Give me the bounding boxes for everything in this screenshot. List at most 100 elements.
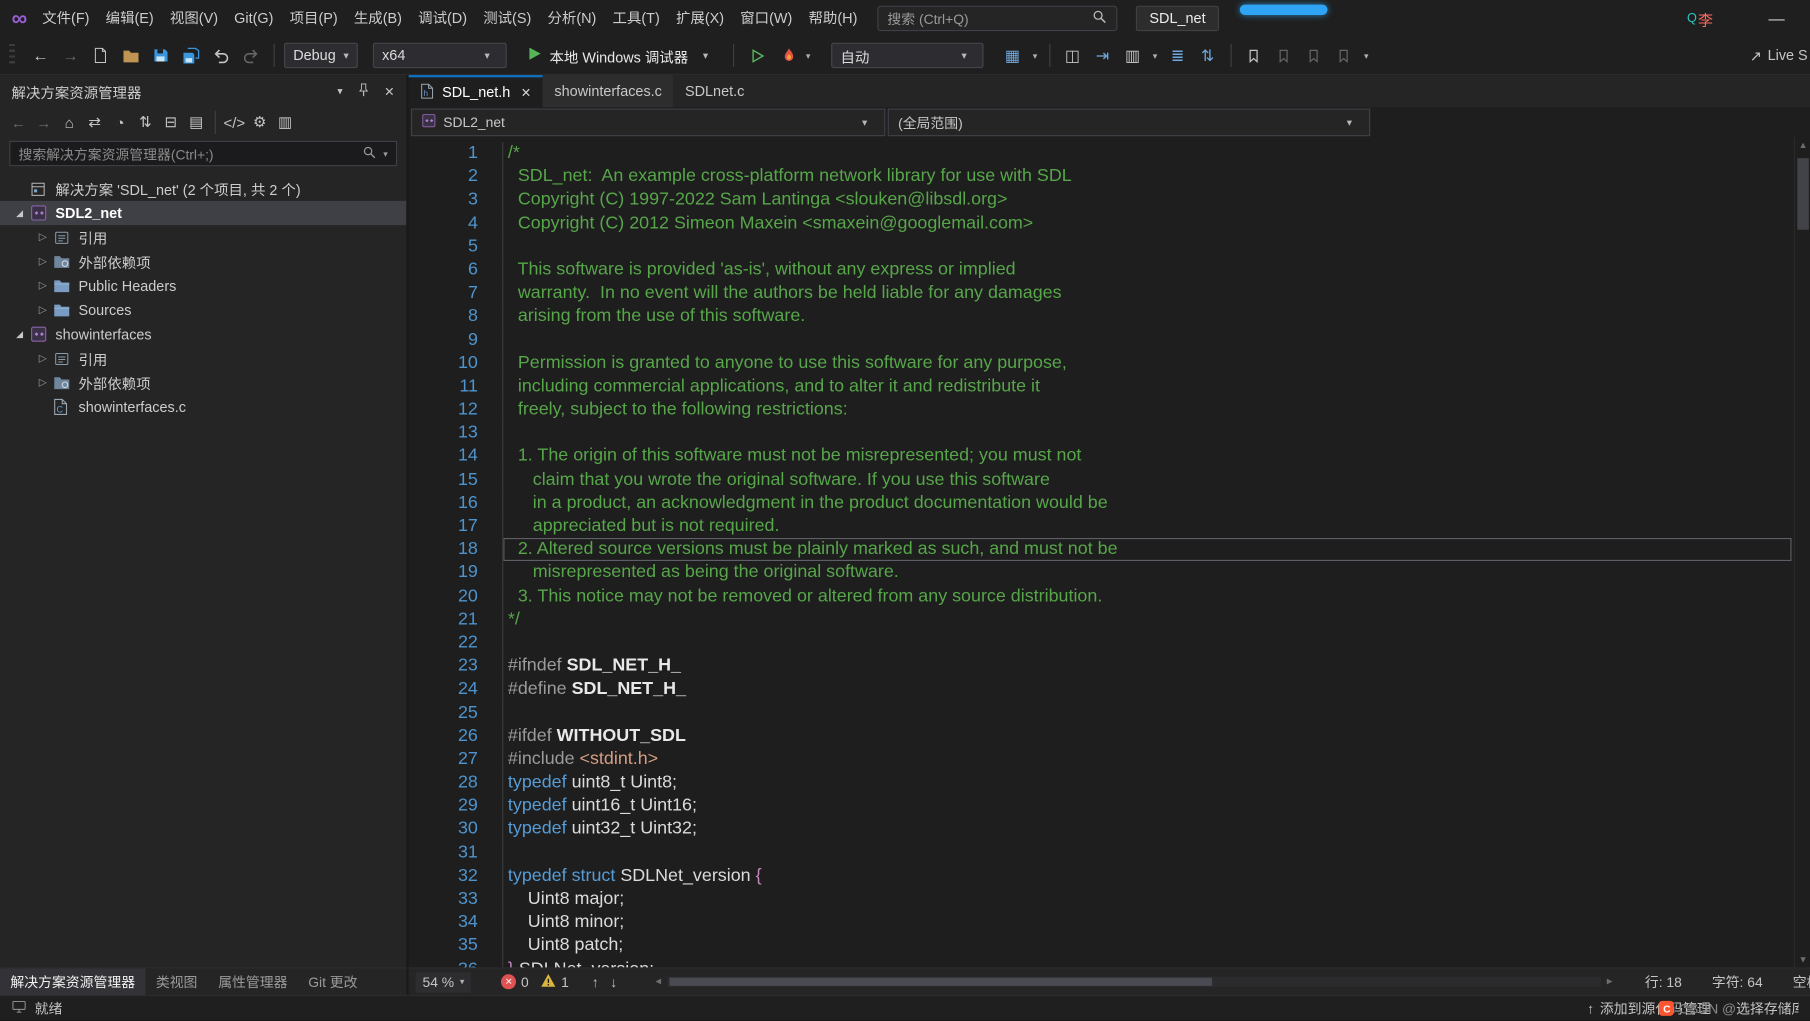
properties-icon[interactable]: ⚙ [247,110,272,135]
panel-tab[interactable]: 解决方案资源管理器 [0,968,145,995]
undo-icon[interactable] [207,42,235,70]
line-number[interactable]: 6 [409,259,478,282]
menu-item[interactable]: 分析(N) [539,5,604,33]
zoom-control[interactable]: 54 % ▾ [416,971,472,992]
member-scope-combo[interactable]: (全局范围) ▾ [888,109,1371,137]
code-line[interactable]: 10 Permission is granted to anyone to us… [409,352,1810,375]
warning-indicator[interactable]: 1 [540,973,573,991]
code-line[interactable]: 17 appreciated but is not required. [409,515,1810,538]
breakpoints-window-icon[interactable]: ▦ [999,42,1027,70]
line-number[interactable]: 32 [409,864,478,887]
collapse-all-icon[interactable]: ⊟ [158,110,183,135]
tree-item[interactable]: ◢SDL2_net [0,201,406,225]
start-debugging-button[interactable]: 本地 Windows 调试器 ▾ [519,42,723,70]
line-number[interactable]: 30 [409,818,478,841]
line-number[interactable]: 1 [409,142,478,165]
line-number[interactable]: 18 [409,538,478,561]
bookmark-next-icon[interactable] [1300,42,1328,70]
line-number[interactable]: 16 [409,492,478,515]
line-number[interactable]: 8 [409,305,478,328]
code-line[interactable]: 1/* [409,142,1810,165]
line-number[interactable]: 12 [409,398,478,421]
code-line[interactable]: 15 claim that you wrote the original sof… [409,468,1810,491]
line-number[interactable]: 17 [409,515,478,538]
line-number[interactable]: 20 [409,585,478,608]
tree-item[interactable]: ▷外部依赖项 [0,249,406,273]
panel-tab[interactable]: 属性管理器 [208,968,298,995]
bookmark-prev-icon[interactable] [1270,42,1298,70]
menu-item[interactable]: 窗口(W) [732,5,800,33]
code-line[interactable]: 13 [409,422,1810,445]
line-number[interactable]: 31 [409,841,478,864]
tree-item[interactable]: 解决方案 'SDL_net' (2 个项目, 共 2 个) [0,177,406,201]
chevron-down-icon[interactable]: ▾ [806,50,819,60]
scrollbar-thumb[interactable] [669,978,1212,986]
bookmarks-clear-icon[interactable] [1330,42,1358,70]
save-all-icon[interactable] [177,42,205,70]
scrollbar-thumb[interactable] [1797,158,1809,230]
scroll-left-icon[interactable]: ◂ [655,975,661,988]
code-line[interactable]: 32typedef struct SDLNet_version { [409,864,1810,887]
account-button[interactable]: Q 李 [1687,8,1713,30]
solution-configuration-combo[interactable]: Debug ▾ [284,43,358,68]
chevron-down-icon[interactable]: ▾ [1029,42,1042,70]
menu-item[interactable]: 文件(F) [34,5,97,33]
code-line[interactable]: 9 [409,328,1810,351]
code-line[interactable]: 23#ifndef SDL_NET_H_ [409,655,1810,678]
line-number[interactable]: 4 [409,212,478,235]
new-file-icon[interactable] [87,42,115,70]
document-tab[interactable]: hSDL_net.h✕ [409,75,543,107]
line-number[interactable]: 29 [409,794,478,817]
code-line[interactable]: 12 freely, subject to the following rest… [409,398,1810,421]
tree-item[interactable]: ▷外部依赖项 [0,371,406,395]
watch-window-icon[interactable]: ◫ [1059,42,1087,70]
next-issue-icon[interactable]: ↓ [610,974,617,990]
minimize-button[interactable]: — [1759,9,1794,27]
code-view-icon[interactable]: </> [222,110,247,135]
code-line[interactable]: 21*/ [409,608,1810,631]
chevron-down-icon[interactable]: ▾ [337,85,342,98]
line-number[interactable]: 27 [409,748,478,771]
menu-item[interactable]: 视图(V) [162,5,226,33]
sync-icon[interactable]: ⇅ [133,110,158,135]
code-line[interactable]: 16 in a product, an acknowledgment in th… [409,492,1810,515]
code-line[interactable]: 4 Copyright (C) 2012 Simeon Maxein <smax… [409,212,1810,235]
line-number[interactable]: 19 [409,561,478,584]
line-number[interactable]: 33 [409,888,478,911]
code-line[interactable]: 22 [409,631,1810,654]
error-indicator[interactable]: ✕ 0 [501,974,533,990]
menu-item[interactable]: 扩展(X) [668,5,732,33]
chevron-down-icon[interactable]: ▾ [1360,42,1373,70]
tree-item[interactable]: ▷引用 [0,346,406,370]
code-line[interactable]: 27#include <stdint.h> [409,748,1810,771]
bookmark-icon[interactable] [1240,42,1268,70]
back-icon[interactable]: ← [6,110,31,135]
attach-mode-combo[interactable]: 自动 ▾ [831,43,983,68]
tree-item[interactable]: ▷Sources [0,298,406,322]
code-line[interactable]: 33 Uint8 major; [409,888,1810,911]
code-line[interactable]: 8 arising from the use of this software. [409,305,1810,328]
menu-item[interactable]: 工具(T) [604,5,667,33]
line-number[interactable]: 34 [409,911,478,934]
show-all-files-icon[interactable]: ▤ [184,110,209,135]
menu-item[interactable]: 调试(D) [410,5,475,33]
menu-item[interactable]: 测试(S) [475,5,539,33]
open-folder-icon[interactable] [117,42,145,70]
tree-item[interactable]: Cshowinterfaces.c [0,395,406,419]
code-line[interactable]: 2 SDL_net: An example cross-platform net… [409,165,1810,188]
sync-active-document-icon[interactable]: ⇄ [82,110,107,135]
code-line[interactable]: 25 [409,701,1810,724]
code-line[interactable]: 14 1. The origin of this software must n… [409,445,1810,468]
code-line[interactable]: 31 [409,841,1810,864]
menu-item[interactable]: 编辑(E) [98,5,162,33]
pin-icon[interactable] [356,83,370,100]
line-number[interactable]: 24 [409,678,478,701]
horizontal-scrollbar[interactable] [667,977,1601,987]
code-line[interactable]: 11 including commercial applications, an… [409,375,1810,398]
line-number[interactable]: 3 [409,189,478,212]
code-line[interactable]: 36} SDLNet_version; [409,958,1810,968]
code-line[interactable]: 20 3. This notice may not be removed or … [409,585,1810,608]
code-line[interactable]: 35 Uint8 patch; [409,934,1810,957]
code-line[interactable]: 19 misrepresented as being the original … [409,561,1810,584]
start-without-debugging-icon[interactable] [744,42,772,70]
